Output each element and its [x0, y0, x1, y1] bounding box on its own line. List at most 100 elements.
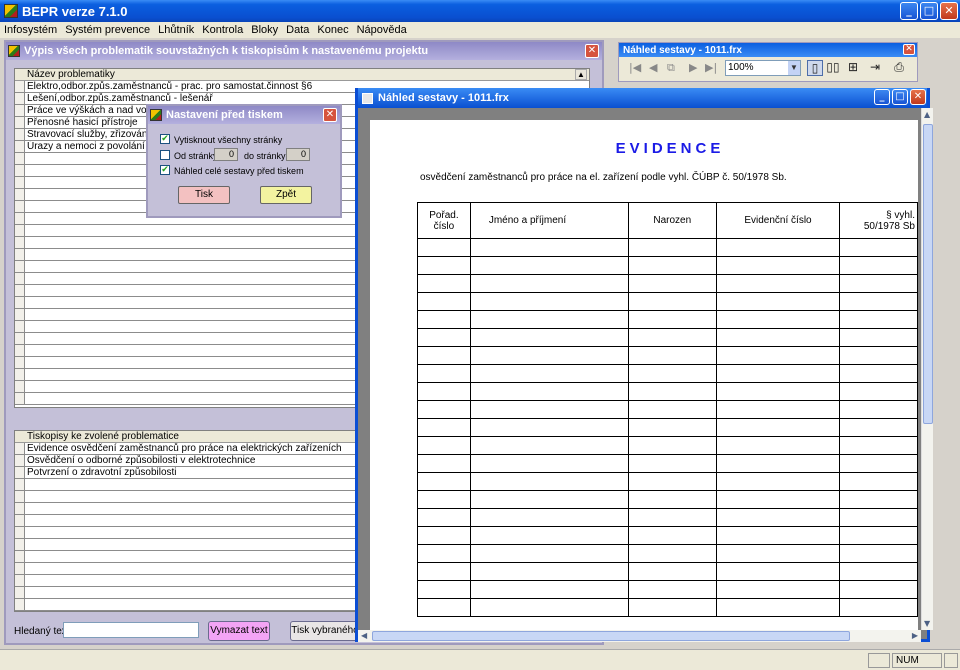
table-cell: [838, 580, 918, 599]
table-cell: [417, 328, 471, 347]
one-page-icon[interactable]: ▯: [807, 60, 823, 76]
menu-kontrola[interactable]: Kontrola: [202, 24, 243, 36]
next-page-icon[interactable]: ▶: [689, 61, 697, 74]
preview-minimize-button[interactable]: _: [874, 89, 890, 105]
dialog-title: Nastavení před tiskem: [166, 109, 283, 121]
preview-vertical-scrollbar[interactable]: ▲ ▼: [921, 108, 933, 630]
table-row: [417, 382, 918, 401]
preview-close-button[interactable]: ✕: [910, 89, 926, 105]
preview-label: Náhled celé sestavy před tiskem: [174, 166, 304, 176]
table-cell: [469, 364, 629, 383]
minimize-button[interactable]: _: [900, 2, 918, 20]
chevron-down-icon[interactable]: ▼: [788, 61, 800, 75]
scroll-up-arrow-icon[interactable]: ▲: [924, 110, 930, 119]
from-page-input[interactable]: 0: [214, 148, 238, 161]
dialog-titlebar: Nastavení před tiskem ✕: [148, 106, 340, 124]
print-all-checkbox[interactable]: ✔: [160, 134, 170, 144]
scroll-down-arrow-icon[interactable]: ▼: [924, 619, 930, 628]
table-cell: [417, 526, 471, 545]
table-cell: [469, 436, 629, 455]
menu-lhutnik[interactable]: Lhůtník: [158, 24, 194, 36]
table-row: [417, 238, 918, 257]
page-range-checkbox[interactable]: [160, 150, 170, 160]
table-cell: [627, 274, 718, 293]
print-button[interactable]: Tisk: [178, 186, 230, 204]
search-input[interactable]: [63, 622, 199, 638]
table-cell: [469, 418, 629, 437]
table-cell: [469, 454, 629, 473]
app-title: BEPR verze 7.1.0: [22, 3, 128, 19]
table-row: [417, 526, 918, 545]
scroll-up-icon[interactable]: ▲: [575, 69, 587, 80]
close-button[interactable]: ✕: [940, 2, 958, 20]
menu-system-prevence[interactable]: Systém prevence: [65, 24, 150, 36]
preview-maximize-button[interactable]: □: [892, 89, 908, 105]
table-cell: [627, 256, 718, 275]
report-table: Pořad. číslo Jméno a příjmení Narozen Ev…: [417, 202, 918, 617]
horizontal-scroll-thumb[interactable]: [372, 631, 850, 641]
zoom-select[interactable]: 100% ▼: [725, 60, 801, 76]
prev-page-icon[interactable]: ◀: [649, 61, 657, 74]
table-cell: [838, 508, 918, 527]
scroll-left-arrow-icon[interactable]: ◀: [361, 631, 367, 640]
multi-page-icon[interactable]: ⊞: [845, 60, 861, 76]
two-page-icon[interactable]: ▯▯: [825, 60, 841, 76]
table-row: [417, 310, 918, 329]
table-cell: [469, 544, 629, 563]
table-cell: [716, 328, 840, 347]
table-cell: [417, 274, 471, 293]
table-cell: [417, 472, 471, 491]
problematiky-header: Název problematiky ▲: [15, 69, 589, 81]
clear-text-button[interactable]: Vymazat text: [208, 621, 270, 641]
table-cell: [469, 598, 629, 617]
vypis-window-icon: [8, 45, 20, 57]
report-subtitle: osvědčení zaměstnanců pro práce na el. z…: [420, 172, 787, 183]
menu-konec[interactable]: Konec: [317, 24, 348, 36]
copy-icon[interactable]: ⧉: [667, 61, 675, 75]
table-row: [417, 454, 918, 473]
preview-checkbox[interactable]: ✔: [160, 165, 170, 175]
table-row: [417, 256, 918, 275]
table-cell: [627, 292, 718, 311]
col-poradi: Pořad. číslo: [417, 202, 471, 239]
to-page-input[interactable]: 0: [286, 148, 310, 161]
table-cell: [838, 382, 918, 401]
table-row: [417, 274, 918, 293]
scroll-right-arrow-icon[interactable]: ▶: [912, 631, 918, 640]
dialog-close-button[interactable]: ✕: [323, 108, 337, 122]
menu-data[interactable]: Data: [286, 24, 309, 36]
table-cell: [417, 562, 471, 581]
menu-infosystem[interactable]: Infosystém: [4, 24, 57, 36]
table-cell: [469, 346, 629, 365]
vypis-titlebar: Výpis všech problematik souvstažných k t…: [6, 42, 602, 60]
print-selected-button[interactable]: Tisk vybraného: [290, 621, 360, 641]
printer-icon[interactable]: ⎙: [891, 60, 907, 76]
vertical-scroll-thumb[interactable]: [923, 124, 933, 424]
preview-title: Náhled sestavy - 1011.frx: [378, 92, 509, 104]
vypis-close-button[interactable]: ✕: [585, 44, 599, 58]
table-cell: [627, 364, 718, 383]
preview-horizontal-scrollbar[interactable]: ◀ ▶: [358, 630, 921, 642]
table-row: [417, 580, 918, 599]
menu-napoveda[interactable]: Nápověda: [357, 24, 407, 36]
menu-bloky[interactable]: Bloky: [251, 24, 278, 36]
last-page-icon[interactable]: ▶|: [705, 61, 717, 74]
table-cell: [716, 310, 840, 329]
back-button[interactable]: Zpět: [260, 186, 312, 204]
exit-icon[interactable]: ⇥: [867, 60, 883, 76]
table-cell: [417, 292, 471, 311]
status-panel: [868, 653, 890, 668]
maximize-button[interactable]: □: [920, 2, 938, 20]
first-page-icon[interactable]: |◀: [629, 61, 641, 74]
preview-toolbar-window: Náhled sestavy - 1011.frx ✕ |◀ ◀ ⧉ ▶ ▶| …: [618, 42, 918, 82]
menubar: Infosystém Systém prevence Lhůtník Kontr…: [0, 22, 960, 38]
table-row: [417, 364, 918, 383]
preview-titlebar: Náhled sestavy - 1011.frx _ □ ✕: [358, 88, 927, 108]
table-cell: [417, 310, 471, 329]
table-cell: [627, 328, 718, 347]
table-cell: [838, 346, 918, 365]
table-cell: [716, 490, 840, 509]
toolbar-close-button[interactable]: ✕: [903, 44, 915, 55]
table-cell: [417, 598, 471, 617]
table-cell: [716, 436, 840, 455]
